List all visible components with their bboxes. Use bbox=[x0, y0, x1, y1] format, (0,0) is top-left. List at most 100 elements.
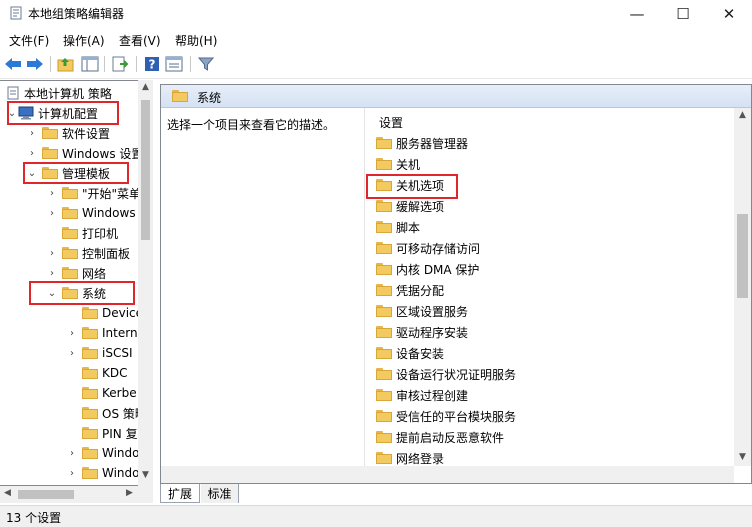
tree-item-system-child[interactable]: PIN 复 bbox=[66, 423, 138, 443]
tree-item-system-child[interactable]: OS 策略 bbox=[66, 403, 147, 423]
details-horizontal-scrollbar[interactable] bbox=[161, 466, 734, 483]
tree-vertical-scrollbar[interactable]: ▲ ▼ bbox=[138, 80, 153, 486]
details-vertical-scrollbar[interactable]: ▲ ▼ bbox=[734, 108, 751, 466]
tree-item-label: KDC bbox=[102, 366, 128, 380]
tree-item-software-settings[interactable]: › 软件设置 bbox=[26, 123, 110, 143]
help-icon[interactable]: ? bbox=[142, 54, 162, 74]
list-item[interactable]: 关机 bbox=[376, 154, 420, 174]
list-item[interactable]: 内核 DMA 保护 bbox=[376, 259, 479, 279]
tree-item-system-child[interactable]: › Windo bbox=[66, 463, 140, 483]
tree-item-windows-settings[interactable]: › Windows 设置 bbox=[26, 143, 143, 163]
list-item-label: 网络登录 bbox=[396, 451, 445, 466]
folder-icon bbox=[376, 221, 392, 233]
toolbar-separator bbox=[104, 56, 105, 72]
tree-item-label: iSCSI bbox=[102, 346, 133, 360]
back-arrow-icon[interactable] bbox=[3, 54, 23, 74]
scrollbar-thumb[interactable] bbox=[141, 100, 150, 240]
tree-item-system-child[interactable]: › iSCSI bbox=[66, 343, 133, 363]
chevron-right-icon[interactable]: › bbox=[26, 127, 38, 139]
menu-view[interactable]: 查看(V) bbox=[119, 32, 161, 49]
scrollbar-thumb[interactable] bbox=[737, 214, 748, 298]
list-item[interactable]: 区域设置服务 bbox=[376, 301, 468, 321]
chevron-right-icon[interactable]: › bbox=[46, 267, 58, 279]
properties-icon[interactable] bbox=[164, 54, 184, 74]
minimize-button[interactable]: — bbox=[614, 0, 660, 28]
list-item[interactable]: 可移动存储访问 bbox=[376, 238, 480, 258]
tab-standard[interactable]: 标准 bbox=[201, 484, 239, 503]
chevron-right-icon[interactable]: › bbox=[66, 327, 78, 339]
tree-item-system-child[interactable]: › Windo bbox=[66, 443, 140, 463]
scroll-left-arrow-icon[interactable]: ◀ bbox=[4, 488, 11, 498]
tree-horizontal-scrollbar[interactable]: ◀ ▶ bbox=[0, 486, 153, 503]
scrollbar-thumb[interactable] bbox=[18, 490, 74, 499]
list-item[interactable]: 服务器管理器 bbox=[376, 133, 468, 153]
forward-arrow-icon[interactable] bbox=[25, 54, 45, 74]
list-item[interactable]: 缓解选项 bbox=[376, 196, 444, 216]
list-item[interactable]: 凭据分配 bbox=[376, 280, 444, 300]
tree-item-control-panel[interactable]: › 控制面板 bbox=[46, 243, 130, 263]
tab-extended[interactable]: 扩展 bbox=[160, 484, 200, 503]
scroll-up-arrow-icon[interactable]: ▲ bbox=[739, 110, 746, 120]
status-bar: 13 个设置 bbox=[0, 505, 752, 527]
list-item[interactable]: 提前启动反恶意软件 bbox=[376, 427, 504, 447]
up-folder-icon[interactable] bbox=[56, 54, 76, 74]
folder-icon bbox=[82, 307, 98, 319]
tree-item-system-child[interactable]: Device bbox=[66, 303, 143, 323]
highlight-box bbox=[7, 101, 119, 125]
folder-icon bbox=[82, 387, 98, 399]
folder-icon bbox=[82, 447, 98, 459]
chevron-right-icon[interactable]: › bbox=[46, 247, 58, 259]
settings-column-header[interactable]: 设置 bbox=[379, 114, 403, 131]
scroll-right-arrow-icon[interactable]: ▶ bbox=[126, 488, 133, 498]
folder-icon bbox=[82, 427, 98, 439]
list-item-label: 内核 DMA 保护 bbox=[396, 262, 480, 277]
tree-item-label: 控制面板 bbox=[82, 246, 131, 261]
menu-action[interactable]: 操作(A) bbox=[63, 32, 105, 49]
list-item[interactable]: 脚本 bbox=[376, 217, 420, 237]
folder-icon bbox=[62, 187, 78, 199]
folder-icon bbox=[376, 326, 392, 338]
tree-item-label: "开始"菜单 bbox=[82, 186, 142, 201]
tree-item-system-child[interactable]: Kerbe bbox=[66, 383, 137, 403]
list-item[interactable]: 受信任的平台模块服务 bbox=[376, 406, 516, 426]
folder-icon bbox=[62, 227, 78, 239]
tab-label: 标准 bbox=[207, 487, 232, 501]
export-list-icon[interactable] bbox=[110, 54, 130, 74]
list-item[interactable]: 审核过程创建 bbox=[376, 385, 468, 405]
folder-icon bbox=[62, 207, 78, 219]
folder-icon bbox=[82, 367, 98, 379]
maximize-button[interactable]: ☐ bbox=[660, 0, 706, 28]
list-item-label: 缓解选项 bbox=[396, 199, 445, 214]
menu-file[interactable]: 文件(F) bbox=[9, 32, 49, 49]
tree-item-printers[interactable]: 打印机 bbox=[46, 223, 118, 243]
chevron-right-icon[interactable]: › bbox=[66, 467, 78, 479]
scroll-down-arrow-icon[interactable]: ▼ bbox=[142, 470, 149, 480]
show-hide-tree-icon[interactable] bbox=[80, 54, 100, 74]
tree-item-start-menu[interactable]: › "开始"菜单 bbox=[46, 183, 141, 203]
list-item[interactable]: 设备运行状况证明服务 bbox=[376, 364, 516, 384]
tree-item-windows-components[interactable]: › Windows bbox=[46, 203, 136, 223]
chevron-right-icon[interactable]: › bbox=[46, 207, 58, 219]
tree-item-system-child[interactable]: KDC bbox=[66, 363, 128, 383]
tree-item-system-child[interactable]: › Intern bbox=[66, 323, 138, 343]
filter-icon[interactable] bbox=[196, 54, 216, 74]
chevron-right-icon[interactable]: › bbox=[66, 347, 78, 359]
folder-icon bbox=[376, 368, 392, 380]
folder-icon bbox=[376, 242, 392, 254]
folder-icon bbox=[376, 452, 392, 464]
scroll-down-arrow-icon[interactable]: ▼ bbox=[739, 452, 746, 462]
chevron-right-icon[interactable]: › bbox=[26, 147, 38, 159]
list-item[interactable]: 设备安装 bbox=[376, 343, 444, 363]
list-item[interactable]: 网络登录 bbox=[376, 448, 444, 468]
tree-item-root[interactable]: 本地计算机 策略 bbox=[6, 83, 112, 103]
close-button[interactable]: ✕ bbox=[706, 0, 752, 28]
chevron-right-icon[interactable]: › bbox=[46, 187, 58, 199]
menu-help[interactable]: 帮助(H) bbox=[175, 32, 217, 49]
folder-icon bbox=[42, 147, 58, 159]
chevron-right-icon[interactable]: › bbox=[66, 447, 78, 459]
details-header: 系统 bbox=[161, 85, 751, 108]
scroll-up-arrow-icon[interactable]: ▲ bbox=[142, 82, 149, 92]
tree-item-network[interactable]: › 网络 bbox=[46, 263, 106, 283]
list-item-label: 审核过程创建 bbox=[396, 388, 469, 403]
list-item[interactable]: 驱动程序安装 bbox=[376, 322, 468, 342]
